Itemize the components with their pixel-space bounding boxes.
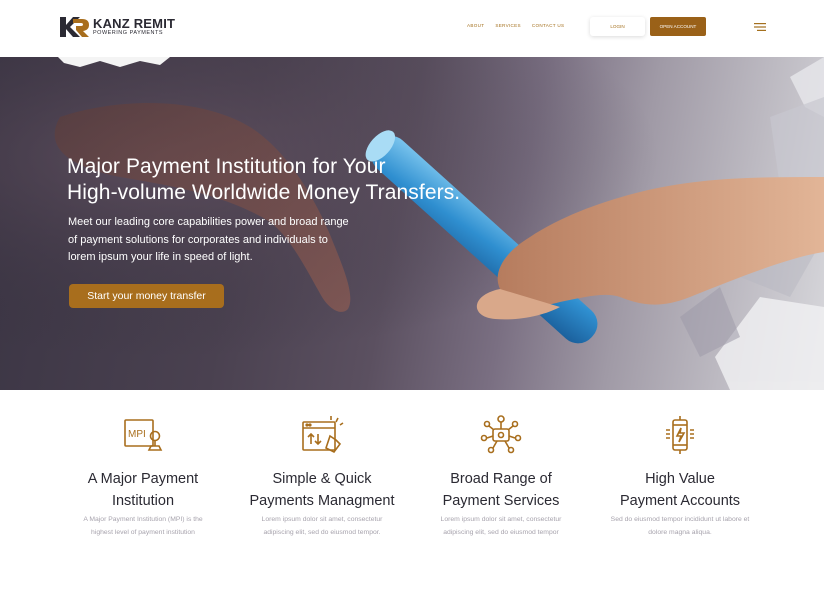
feature-description: Lorem ipsum dolor sit amet, consectetur … [411, 514, 591, 539]
feature-description: A Major Payment Institution (MPI) is the… [53, 514, 233, 539]
feature-desc-line: highest level of payment institution [91, 528, 195, 536]
feature-title-line: A Major Payment [87, 471, 199, 487]
site-header: KANZ REMIT POWERING PAYMENTS ABOUT SERVI… [0, 0, 824, 57]
login-button[interactable]: LOGIN [590, 17, 645, 36]
hamburger-icon[interactable] [754, 23, 766, 31]
nav-contact-link[interactable]: CONTACT US [532, 23, 564, 28]
hero-desc-line-3: lorem ipsum your life in speed of light. [68, 251, 253, 263]
brand-name: KANZ REMIT [93, 16, 176, 32]
hero-title: Major Payment Institution for Your High-… [67, 154, 460, 206]
nav-services-link[interactable]: SERVICES [495, 23, 521, 28]
feature-title: High Value Payment Accounts [590, 468, 770, 512]
feature-card-services: Broad Range of Payment Services Lorem ip… [411, 414, 591, 539]
feature-title-line: Payment Services [442, 493, 560, 509]
brand-tagline: POWERING PAYMENTS [93, 30, 164, 37]
nav-about-link[interactable]: ABOUT [467, 23, 484, 28]
feature-title: Simple & Quick Payments Managment [232, 468, 412, 512]
hero-title-line-2: High-volume Worldwide Money Transfers. [67, 181, 461, 204]
feature-desc-line: Lorem ipsum dolor sit amet, consectetur [261, 516, 383, 523]
mobile-payment-icon [666, 416, 694, 454]
kr-logo-icon [60, 17, 89, 37]
feature-title-line: Broad Range of [450, 471, 552, 487]
mpi-document-icon: MPI [124, 419, 163, 451]
feature-title-line: Payment Accounts [619, 493, 741, 509]
feature-desc-line: A Major Payment Institution (MPI) is the [83, 516, 203, 523]
hero-banner: Major Payment Institution for Your High-… [0, 57, 824, 390]
feature-title: A Major Payment Institution [53, 468, 233, 512]
feature-card-mpi: MPI A Major Payment Institution A Major … [53, 414, 233, 539]
feature-card-payments: Simple & Quick Payments Managment Lorem … [232, 414, 412, 539]
feature-desc-line: adipiscing elit, sed do eiusmod tempor. [263, 528, 381, 536]
brand-logo[interactable]: KANZ REMIT POWERING PAYMENTS [60, 15, 175, 39]
services-network-icon [480, 415, 522, 454]
feature-desc-line: dolore magna aliqua. [648, 528, 712, 536]
hero-description: Meet our leading core capabilities power… [68, 214, 368, 267]
feature-title: Broad Range of Payment Services [411, 468, 591, 512]
feature-card-accounts: High Value Payment Accounts Sed do eiusm… [590, 414, 770, 539]
feature-title-line: Payments Managment [249, 493, 395, 509]
browser-transfer-icon [302, 416, 344, 454]
feature-description: Sed do eiusmod tempor incididunt ut labo… [590, 514, 770, 539]
features-section: MPI A Major Payment Institution A Major … [0, 390, 824, 607]
feature-desc-line: Sed do eiusmod tempor incididunt ut labo… [610, 516, 750, 523]
feature-title-line: High Value [645, 471, 715, 487]
feature-desc-line: Lorem ipsum dolor sit amet, consectetur [440, 516, 562, 523]
hero-title-line-1: Major Payment Institution for Your [67, 155, 386, 178]
open-account-button[interactable]: OPEN ACCOUNT [650, 17, 706, 36]
feature-description: Lorem ipsum dolor sit amet, consectetur … [232, 514, 412, 539]
feature-desc-line: adipiscing elit, sed do eiusmod tempor [443, 528, 559, 536]
main-nav: ABOUT SERVICES CONTACT US [467, 23, 564, 28]
svg-text:MPI: MPI [128, 429, 146, 440]
hero-desc-line-1: Meet our leading core capabilities power… [68, 216, 349, 228]
hero-desc-line-2: of payment solutions for corporates and … [68, 233, 328, 246]
feature-title-line: Institution [111, 493, 175, 509]
feature-title-line: Simple & Quick [272, 471, 372, 487]
start-transfer-button[interactable]: Start your money transfer [69, 284, 224, 308]
